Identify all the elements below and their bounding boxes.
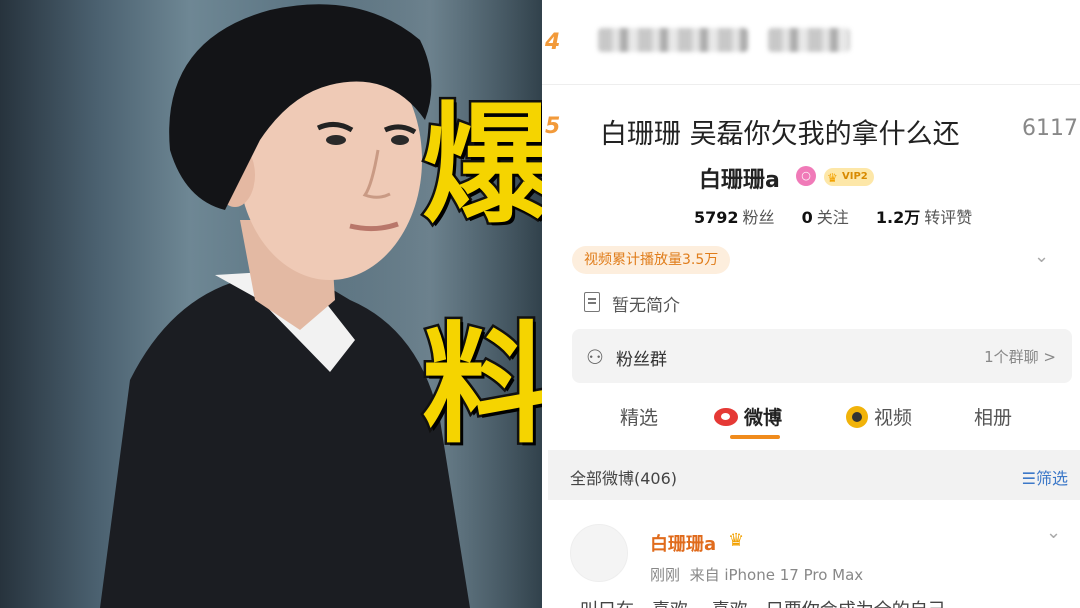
video-play-tag[interactable]: 视频累计播放量3.5万 [572,246,731,274]
fan-group-count: 1个群聊 > [984,348,1056,366]
chevron-down-icon[interactable]: ⌄ [1034,246,1049,267]
tab-label: 精选 [620,407,659,429]
avatar[interactable] [570,524,628,582]
feed-header: 全部微博(406) ☰筛选 [548,450,1080,500]
filter-button[interactable]: ☰筛选 [1022,465,1068,489]
filter-label: 筛选 [1035,469,1068,488]
headline-char-1: 爆 [419,88,542,241]
weibo-profile-panel: 4 5 白珊珊 吴磊你欠我的拿什么还 6117 白珊珊a ○ ♛ VIP2 579… [542,0,1080,608]
profile-username: 白珊珊a [699,168,780,193]
fan-group-label: 粉丝群 [616,350,667,370]
tab-album[interactable]: 相册 [974,403,1012,430]
tab-video[interactable]: 视频 [846,403,912,430]
post-meta: 刚刚 来自 iPhone 17 Pro Max [650,564,863,585]
tab-label: 微博 [744,407,783,429]
tab-label: 视频 [874,407,913,429]
interactions-label: 转评赞 [924,208,973,227]
chevron-down-icon[interactable]: ⌄ [1046,522,1061,543]
fans-label[interactable]: 粉丝 [743,208,775,227]
following-count[interactable]: 0 [802,208,813,227]
active-tab-indicator [730,435,780,439]
blurred-title [598,28,748,52]
thumbnail-photo: 爆 料 [0,0,542,608]
filter-icon: ☰ [1021,469,1036,488]
post-author[interactable]: 白珊珊a [650,530,716,556]
fans-count[interactable]: 5792 [694,208,739,227]
tab-weibo[interactable]: 微博 [714,403,782,430]
tab-label: 相册 [974,407,1013,429]
post-time: 刚刚 [650,566,681,584]
headline-char-2: 料 [419,308,542,461]
hot-search-count: 6117 [1022,116,1078,141]
tab-featured[interactable]: 精选 [620,403,658,430]
vip-label: VIP2 [842,171,868,182]
gender-badge-icon: ○ [796,166,816,186]
rank-number: 5 [545,114,561,139]
crown-icon: ♛ [827,171,838,185]
hot-list-row-4[interactable]: 4 [542,0,1080,85]
group-icon: ⚇ [586,345,604,369]
rank-number: 4 [545,30,561,55]
all-posts-label[interactable]: 全部微博(406) [570,465,677,489]
post-source: 来自 iPhone 17 Pro Max [689,566,864,584]
hot-search-title[interactable]: 白珊珊 吴磊你欠我的拿什么还 [600,112,960,151]
blurred-count [768,28,850,52]
crown-icon: ♛ [728,530,745,551]
profile-stats: 5792 粉丝 0 关注 1.2万 转评赞 [694,204,994,228]
document-icon [584,292,600,312]
vip-badge[interactable]: ♛ VIP2 [824,168,874,186]
video-icon [846,406,868,428]
fan-group-row[interactable]: ⚇ 粉丝群 1个群聊 > [572,329,1072,383]
interactions-count: 1.2万 [875,208,921,227]
profile-bio: 暂无简介 [612,296,680,316]
post-text: 叫只在…喜欢 …喜欢…只要你会成为全的自己 [580,596,946,608]
following-label[interactable]: 关注 [817,208,849,227]
weibo-logo-icon [714,408,738,426]
